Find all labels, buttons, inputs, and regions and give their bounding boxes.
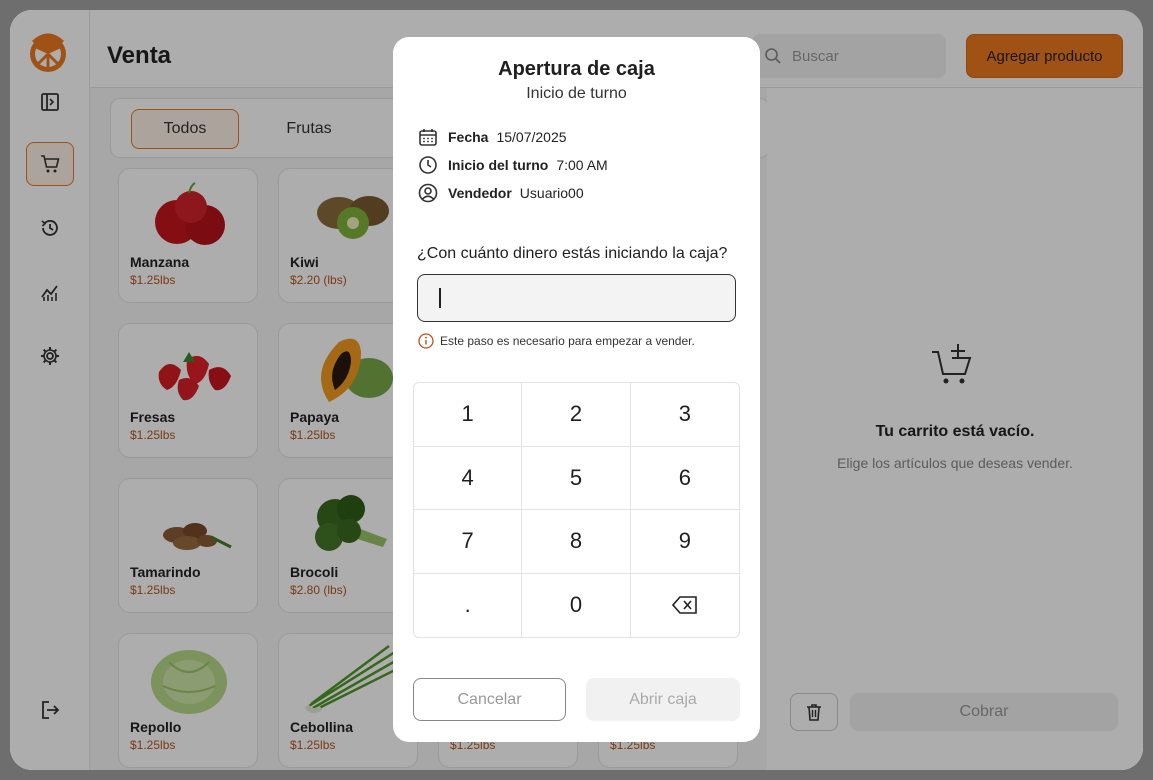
amount-question: ¿Con cuánto dinero estás iniciando la ca… [417, 245, 728, 262]
key-8[interactable]: 8 [522, 510, 631, 574]
shift-value: 7:00 AM [556, 157, 608, 173]
key-6[interactable]: 6 [630, 447, 739, 510]
cancel-button[interactable]: Cancelar [413, 678, 566, 721]
clock-icon [419, 156, 437, 174]
info-icon [418, 333, 434, 349]
text-cursor [439, 288, 441, 308]
numeric-keypad: 1 2 3 4 5 6 7 8 9 . 0 [413, 382, 740, 638]
key-decimal[interactable]: . [414, 573, 523, 637]
dialog-title: Apertura de caja [498, 58, 655, 80]
calendar-icon [419, 129, 437, 146]
key-7[interactable]: 7 [414, 510, 523, 574]
date-value: 15/07/2025 [496, 129, 567, 145]
key-9[interactable]: 9 [630, 510, 739, 574]
date-row: Fecha 15/07/2025 [418, 126, 567, 148]
key-5[interactable]: 5 [522, 446, 631, 510]
seller-row: Vendedor Usuario00 [418, 182, 584, 204]
amount-input[interactable] [417, 274, 736, 322]
key-4[interactable]: 4 [414, 446, 523, 510]
app-window: Venta Buscar Agregar producto Todos Frut… [10, 10, 1143, 770]
amount-hint: Este paso es necesario para empezar a ve… [418, 333, 695, 349]
dialog-subtitle: Inicio de turno [526, 85, 627, 102]
key-3[interactable]: 3 [630, 383, 739, 447]
shift-row: Inicio del turno 7:00 AM [418, 154, 608, 176]
key-0[interactable]: 0 [522, 573, 631, 637]
cash-open-dialog: Apertura de caja Inicio de turno Fecha 1… [393, 37, 760, 742]
key-2[interactable]: 2 [522, 383, 631, 447]
user-icon [418, 183, 438, 203]
backspace-key[interactable] [631, 574, 739, 638]
open-register-button[interactable]: Abrir caja [586, 678, 740, 721]
key-1[interactable]: 1 [414, 383, 523, 447]
backspace-icon [671, 596, 697, 615]
seller-value: Usuario00 [519, 185, 584, 201]
